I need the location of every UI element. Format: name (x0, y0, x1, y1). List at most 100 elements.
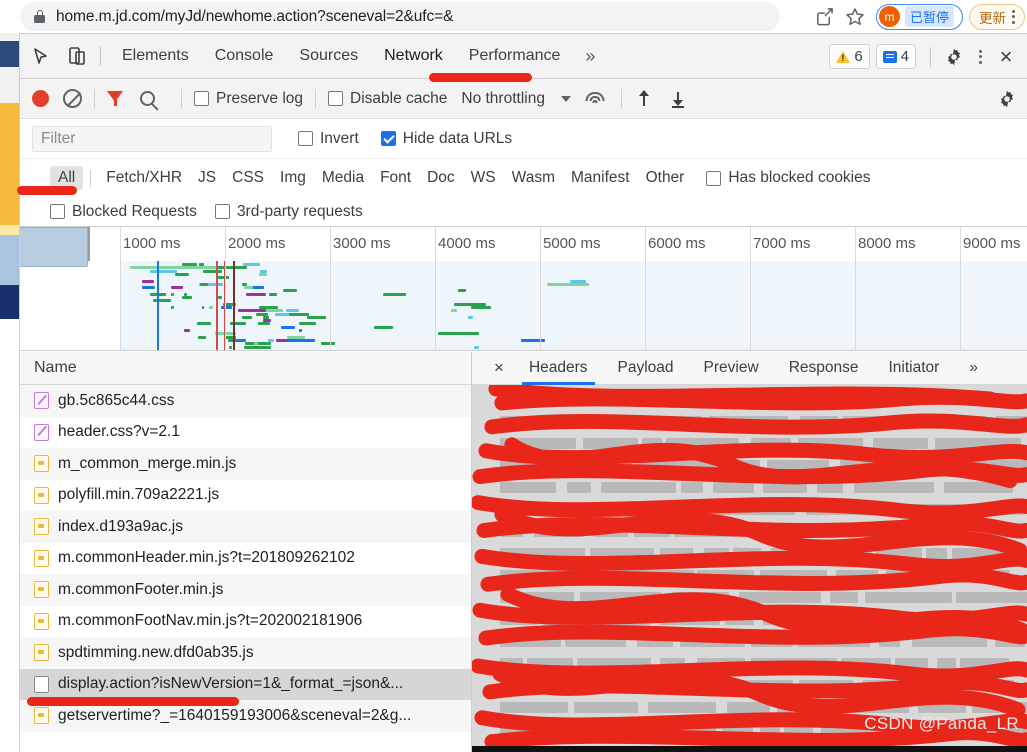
overview-tick-label: 1000 ms (123, 235, 181, 252)
css-file-icon (34, 424, 49, 441)
table-row[interactable]: index.d193a9ac.js (20, 511, 471, 543)
overview-tick: 9000 ms (960, 227, 961, 351)
has-blocked-cookies-checkbox[interactable]: Has blocked cookies (706, 169, 870, 187)
type-chip-media[interactable]: Media (314, 166, 372, 190)
table-row[interactable]: polyfill.min.709a2221.js (20, 480, 471, 512)
profile-paused-badge[interactable]: m 已暂停 (876, 4, 963, 30)
filter-input[interactable] (32, 126, 272, 152)
overview-request-bar (288, 339, 315, 342)
table-row[interactable]: m.commonFooter.min.js (20, 574, 471, 606)
type-chip-fetch-xhr[interactable]: Fetch/XHR (98, 166, 190, 190)
table-row[interactable]: spdtimming.new.dfd0ab35.js (20, 637, 471, 669)
device-toolbar-icon[interactable] (62, 41, 92, 71)
overview-request-bar (184, 329, 189, 332)
third-party-label: 3rd-party requests (237, 203, 363, 221)
warning-counter[interactable]: 6 (829, 44, 869, 69)
js-file-icon (34, 455, 49, 472)
tab-console[interactable]: Console (202, 34, 287, 79)
hide-data-urls-checkbox[interactable]: Hide data URLs (381, 130, 512, 148)
table-row[interactable]: m.commonFootNav.min.js?t=202002181906 (20, 606, 471, 638)
update-button[interactable]: 更新 (969, 4, 1025, 30)
gear-icon[interactable] (939, 42, 969, 72)
type-chip-css[interactable]: CSS (224, 166, 272, 190)
close-detail-icon[interactable]: × (484, 352, 514, 385)
third-party-requests-checkbox[interactable]: 3rd-party requests (215, 203, 363, 221)
throttling-select[interactable]: No throttling (461, 90, 545, 108)
table-row[interactable]: display.action?isNewVersion=1&_format_=j… (20, 669, 471, 701)
more-tabs-icon[interactable]: » (573, 34, 607, 79)
js-file-icon (34, 487, 49, 504)
detail-tab-headers[interactable]: Headers (514, 352, 603, 385)
overview-request-bar (238, 309, 266, 312)
blocked-requests-checkbox[interactable]: Blocked Requests (50, 203, 197, 221)
detail-tab-response[interactable]: Response (774, 352, 874, 385)
request-name: m.commonHeader.min.js?t=201809262102 (58, 549, 355, 567)
detail-more-tabs-icon[interactable]: » (954, 352, 993, 385)
network-split-view: Name gb.5c865c44.css header.css?v=2.1m_co… (20, 352, 1027, 752)
message-counter[interactable]: 4 (876, 44, 916, 69)
watermark: CSDN @Panda_LR (864, 714, 1019, 734)
table-row[interactable]: header.css?v=2.1 (20, 417, 471, 449)
type-chip-font[interactable]: Font (372, 166, 419, 190)
overview-tick-label: 8000 ms (858, 235, 916, 252)
share-icon[interactable] (810, 2, 840, 32)
table-row[interactable]: gb.5c865c44.css (20, 385, 471, 417)
request-name: gb.5c865c44.css (58, 392, 174, 410)
type-chip-js[interactable]: JS (190, 166, 224, 190)
type-chip-ws[interactable]: WS (463, 166, 504, 190)
tab-elements[interactable]: Elements (109, 34, 202, 79)
close-icon[interactable]: × (991, 42, 1021, 72)
tab-sources[interactable]: Sources (286, 34, 371, 79)
network-conditions-icon[interactable] (585, 91, 605, 107)
table-row[interactable]: m_common_merge.min.js (20, 448, 471, 480)
redacted-header-line (472, 478, 1027, 500)
type-chip-manifest[interactable]: Manifest (563, 166, 638, 190)
kebab-menu-icon[interactable] (969, 42, 991, 72)
star-icon[interactable] (840, 2, 870, 32)
request-list-column-header[interactable]: Name (20, 352, 471, 385)
overview-tooltip (20, 227, 88, 267)
js-file-icon (34, 550, 49, 567)
overview-request-bar (299, 322, 316, 325)
type-chip-other[interactable]: Other (638, 166, 693, 190)
search-icon[interactable] (140, 91, 155, 106)
invert-checkbox[interactable]: Invert (298, 130, 359, 148)
type-chip-img[interactable]: Img (272, 166, 314, 190)
network-overview-timeline[interactable]: 1000 ms2000 ms3000 ms4000 ms5000 ms6000 … (20, 227, 1027, 351)
filter-row: Invert Hide data URLs (20, 119, 1027, 159)
record-button[interactable] (32, 90, 49, 107)
request-name: polyfill.min.709a2221.js (58, 486, 219, 504)
disable-cache-label: Disable cache (350, 90, 447, 108)
overview-ruler: 1000 ms2000 ms3000 ms4000 ms5000 ms6000 … (20, 227, 1027, 261)
table-row[interactable]: m.commonHeader.min.js?t=201809262102 (20, 543, 471, 575)
overview-request-bar (275, 313, 290, 316)
detail-tab-initiator[interactable]: Initiator (873, 352, 954, 385)
browser-toolbar: home.m.jd.com/myJd/newhome.action?scenev… (0, 0, 1027, 33)
divider (100, 46, 101, 66)
overview-request-bar (171, 293, 174, 296)
type-chip-doc[interactable]: Doc (419, 166, 463, 190)
redacted-header-lines (472, 412, 1027, 752)
import-har-icon[interactable] (636, 90, 652, 108)
filter-funnel-icon[interactable] (107, 91, 124, 106)
export-har-icon[interactable] (670, 90, 686, 108)
network-settings-gear-icon[interactable] (997, 89, 1017, 114)
sliver-swatch (0, 323, 19, 353)
detail-tab-preview[interactable]: Preview (689, 352, 774, 385)
disable-cache-checkbox[interactable]: Disable cache (328, 90, 447, 108)
css-file-icon (34, 392, 49, 409)
address-bar[interactable]: home.m.jd.com/myJd/newhome.action?scenev… (20, 2, 780, 31)
kebab-menu-icon[interactable] (1012, 10, 1015, 24)
preserve-log-checkbox[interactable]: Preserve log (194, 90, 303, 108)
divider (621, 89, 622, 109)
tab-network[interactable]: Network (371, 34, 456, 79)
redacted-header-line (472, 412, 1027, 434)
inspect-element-icon[interactable] (26, 41, 56, 71)
detail-tab-payload[interactable]: Payload (603, 352, 689, 385)
chevron-down-icon[interactable] (561, 96, 571, 102)
tab-performance[interactable]: Performance (456, 34, 574, 79)
checkbox-box (381, 131, 396, 146)
type-chip-wasm[interactable]: Wasm (504, 166, 563, 190)
clear-icon[interactable] (63, 89, 82, 108)
overview-request-bar (321, 342, 335, 345)
